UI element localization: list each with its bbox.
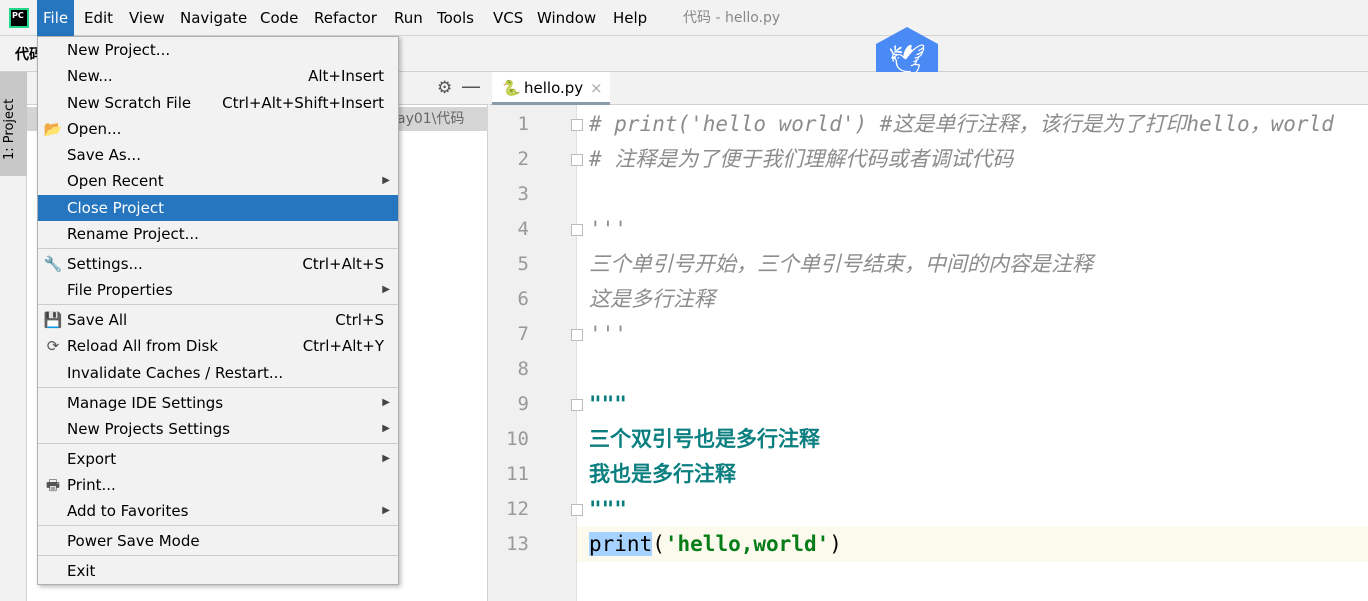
menu-separator (38, 443, 398, 444)
menu-item-settings[interactable]: 🔧 Settings... Ctrl+Alt+S (38, 251, 398, 277)
window-title: 代码 - hello.py (683, 10, 781, 26)
line-number: 12 (506, 498, 529, 520)
menu-item-exit[interactable]: Exit (38, 558, 398, 584)
submenu-arrow-icon: ▶ (382, 453, 390, 464)
menu-separator (38, 248, 398, 249)
print-icon: 🖶 (45, 476, 61, 494)
line-number: 2 (517, 148, 529, 170)
menu-separator (38, 525, 398, 526)
code-line: ''' (589, 217, 627, 241)
editor-tabs (489, 72, 1368, 105)
menu-item-invalidate-caches-restart[interactable]: Invalidate Caches / Restart... (38, 360, 398, 386)
menu-navigate[interactable]: Navigate (174, 0, 253, 36)
save-icon: 💾 (43, 311, 63, 329)
menu-item-new-scratch-file[interactable]: New Scratch File Ctrl+Alt+Shift+Insert (38, 90, 398, 116)
menu-item-new-projects-settings[interactable]: New Projects Settings ▶ (38, 416, 398, 442)
menu-file[interactable]: File (37, 0, 75, 36)
shortcut: Ctrl+Alt+Shift+Insert (222, 94, 384, 112)
submenu-arrow-icon: ▶ (382, 284, 390, 295)
code-line: 三个单引号开始，三个单引号结束，中间的内容是注释 (589, 252, 1093, 276)
menu-item-power-save-mode[interactable]: Power Save Mode (38, 528, 398, 554)
menu-help[interactable]: Help (607, 0, 653, 36)
menu-tools[interactable]: Tools (431, 0, 480, 36)
close-tab-icon[interactable]: × (590, 72, 603, 104)
code-line: ''' (589, 322, 627, 346)
line-number: 7 (517, 323, 529, 345)
tab-hello-py[interactable]: 🐍 hello.py × (492, 72, 610, 105)
minimize-icon[interactable]: — (461, 74, 481, 98)
menu-item-reload-all-from-disk[interactable]: ⟳ Reload All from Disk Ctrl+Alt+Y (38, 333, 398, 359)
menu-item-rename-project[interactable]: Rename Project... (38, 221, 398, 247)
code-line: 三个双引号也是多行注释 (589, 427, 820, 451)
fold-marker-icon[interactable] (571, 119, 583, 131)
menu-window[interactable]: Window (531, 0, 602, 36)
submenu-arrow-icon: ▶ (382, 175, 390, 186)
code-line: 这是多行注释 (589, 287, 715, 311)
shortcut: Ctrl+S (335, 311, 384, 329)
menu-run[interactable]: Run (388, 0, 429, 36)
pycharm-logo-icon: PC (9, 8, 29, 28)
code-line: # print('hello world') #这是单行注释，该行是为了打印he… (589, 112, 1334, 136)
project-tool-tab[interactable]: 1: Project (0, 72, 27, 176)
menu-item-manage-ide-settings[interactable]: Manage IDE Settings ▶ (38, 390, 398, 416)
line-number: 1 (517, 113, 529, 135)
fold-marker-icon[interactable] (571, 504, 583, 516)
python-file-icon: 🐍 (502, 79, 521, 97)
menu-item-new-project[interactable]: New Project... (38, 37, 398, 63)
code-line: print('hello,world') (589, 532, 842, 556)
string-literal: 'hello,world' (664, 532, 830, 556)
menu-item-print[interactable]: 🖶 Print... (38, 472, 398, 498)
menu-separator (38, 387, 398, 388)
menu-item-add-to-favorites[interactable]: Add to Favorites ▶ (38, 498, 398, 524)
print-keyword: print (589, 532, 653, 556)
code-line: 我也是多行注释 (589, 462, 736, 486)
line-number: 10 (506, 428, 529, 450)
menu-item-open-recent[interactable]: Open Recent ▶ (38, 168, 398, 194)
submenu-arrow-icon: ▶ (382, 423, 390, 434)
menu-separator (38, 304, 398, 305)
fold-marker-icon[interactable] (571, 329, 583, 341)
reload-icon: ⟳ (46, 337, 60, 355)
fold-marker-icon[interactable] (571, 154, 583, 166)
shortcut: Ctrl+Alt+Y (302, 337, 384, 355)
menu-item-export[interactable]: Export ▶ (38, 446, 398, 472)
code-line: """ (589, 497, 627, 521)
submenu-arrow-icon: ▶ (382, 505, 390, 516)
fold-marker-icon[interactable] (571, 224, 583, 236)
shortcut: Ctrl+Alt+S (302, 255, 384, 273)
menu-item-close-project[interactable]: Close Project (38, 195, 398, 221)
menu-item-new[interactable]: New... Alt+Insert (38, 63, 398, 89)
gear-icon[interactable]: ⚙ (437, 78, 452, 98)
menu-item-save-as[interactable]: Save As... (38, 142, 398, 168)
menu-item-file-properties[interactable]: File Properties ▶ (38, 277, 398, 303)
code-line: """ (589, 392, 627, 416)
shortcut: Alt+Insert (308, 67, 384, 85)
menu-edit[interactable]: Edit (78, 0, 119, 36)
line-number: 3 (517, 183, 529, 205)
file-menu-dropdown: New Project... New... Alt+Insert New Scratc… (37, 36, 399, 585)
line-number: 5 (517, 253, 529, 275)
menu-code[interactable]: Code (254, 0, 304, 36)
submenu-arrow-icon: ▶ (382, 397, 390, 408)
menu-item-open[interactable]: 📂 Open... (38, 116, 398, 142)
line-number: 9 (517, 393, 529, 415)
menu-separator (38, 555, 398, 556)
folder-icon: 📂 (43, 120, 63, 138)
line-number: 8 (517, 358, 529, 380)
line-number: 6 (517, 288, 529, 310)
menu-view[interactable]: View (123, 0, 171, 36)
menu-refactor[interactable]: Refactor (308, 0, 383, 36)
line-number: 13 (506, 533, 529, 555)
menu-vcs[interactable]: VCS (487, 0, 529, 36)
wrench-icon: 🔧 (43, 255, 63, 273)
line-number: 4 (517, 218, 529, 240)
menu-item-save-all[interactable]: 💾 Save All Ctrl+S (38, 307, 398, 333)
code-line: # 注释是为了便于我们理解代码或者调试代码 (589, 147, 1014, 171)
line-number: 11 (506, 463, 529, 485)
fold-marker-icon[interactable] (571, 399, 583, 411)
